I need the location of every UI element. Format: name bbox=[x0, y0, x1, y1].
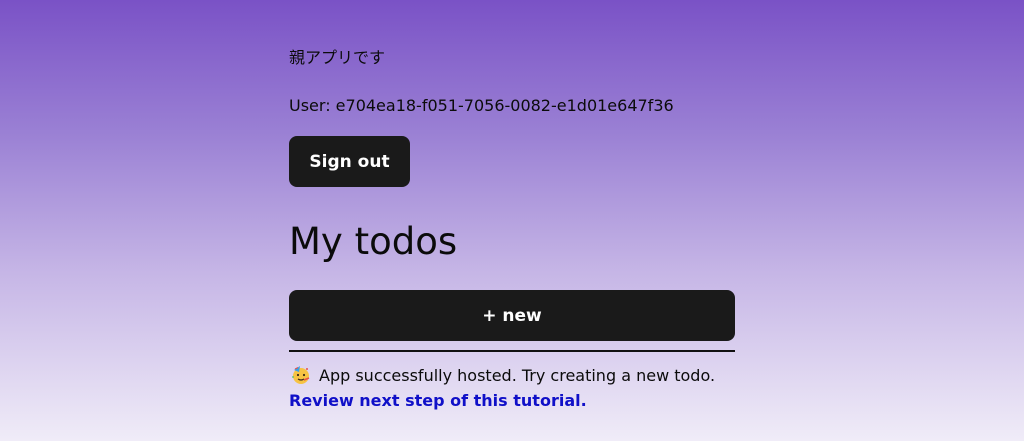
user-id-text: User: e704ea18-f051-7056-0082-e1d01e647f… bbox=[289, 96, 674, 115]
new-todo-button[interactable]: + new bbox=[289, 290, 735, 341]
hosted-message-text: App successfully hosted. Try creating a … bbox=[319, 366, 716, 385]
tutorial-next-step-link[interactable]: Review next step of this tutorial. bbox=[289, 389, 587, 413]
todo-list bbox=[289, 350, 735, 352]
party-face-icon bbox=[291, 365, 311, 385]
app-main: 親アプリです User: e704ea18-f051-7056-0082-e1d… bbox=[289, 46, 735, 410]
sign-out-button[interactable]: Sign out bbox=[289, 136, 410, 187]
parent-app-label: 親アプリです bbox=[289, 48, 386, 67]
page-title: My todos bbox=[289, 220, 458, 263]
hosted-message: App successfully hosted. Try creating a … bbox=[291, 364, 741, 388]
